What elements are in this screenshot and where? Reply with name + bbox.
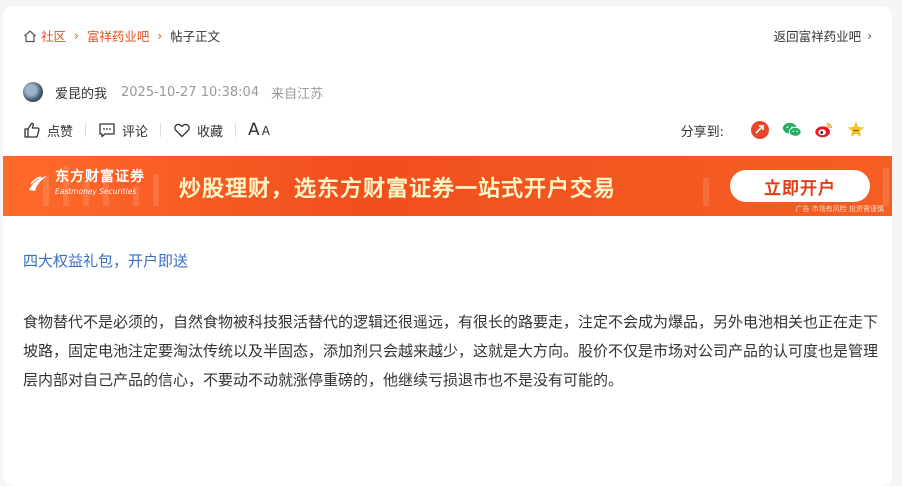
thumbs-up-icon <box>24 122 40 138</box>
weibo-icon[interactable] <box>814 120 834 140</box>
brand-name-en: Eastmoney Securities <box>55 187 137 196</box>
breadcrumb-current: 帖子正文 <box>170 29 221 44</box>
banner-slogan: 炒股理财，选东方财富证券一站式开户交易 <box>179 177 617 202</box>
open-account-button[interactable]: 立即开户 <box>730 170 870 202</box>
ad-disclaimer: 广告 市场有风险 投资需谨慎 <box>795 205 884 213</box>
avatar[interactable] <box>23 82 43 102</box>
home-icon[interactable] <box>23 29 37 43</box>
promo-link[interactable]: 四大权益礼包，开户即送 <box>23 250 188 271</box>
chevron-right-icon: › <box>867 28 872 43</box>
back-to-forum-link[interactable]: 返回富祥药业吧 › <box>774 26 872 45</box>
comment-label: 评论 <box>122 124 149 140</box>
favorite-label: 收藏 <box>197 124 224 140</box>
back-label: 返回富祥药业吧 <box>773 29 862 44</box>
comment-icon <box>99 123 115 138</box>
heart-icon <box>174 123 190 138</box>
share-app-icon[interactable] <box>750 120 770 140</box>
eastmoney-logo-icon <box>29 175 47 191</box>
chevron-right-icon: › <box>74 28 79 43</box>
ad-banner[interactable]: 东方财富证券 Eastmoney Securities 炒股理财，选东方财富证券… <box>3 156 892 216</box>
favorite-star-icon[interactable] <box>846 120 866 140</box>
comment-button[interactable]: 评论 <box>98 121 148 140</box>
post-location: 来自江苏 <box>271 86 324 102</box>
divider <box>235 123 237 137</box>
chevron-right-icon: › <box>157 28 163 43</box>
post-content: 食物替代不是必须的，自然食物被科技狠活替代的逻辑还很遥远，有很长的路要走，注定不… <box>23 313 879 389</box>
post-time: 2025-10-27 10:38:04 <box>121 84 260 100</box>
brand-logo: 东方财富证券 Eastmoney Securities <box>27 170 145 196</box>
post-card: 社区 › 富祥药业吧 › 帖子正文 返回富祥药业吧 › 爱昆的我 2025-10… <box>3 6 892 486</box>
font-size-toggle[interactable]: A A <box>248 120 270 140</box>
font-size-small: A <box>261 124 270 138</box>
divider <box>160 123 162 137</box>
like-button[interactable]: 点赞 <box>23 121 73 140</box>
breadcrumb: 社区 › 富祥药业吧 › 帖子正文 <box>23 26 220 45</box>
post-meta: 爱昆的我 2025-10-27 10:38:04 来自江苏 <box>23 82 323 102</box>
font-size-large: A <box>248 120 260 140</box>
author-name[interactable]: 爱昆的我 <box>55 83 107 102</box>
breadcrumb-community[interactable]: 社区 <box>41 26 66 45</box>
favorite-button[interactable]: 收藏 <box>173 121 223 140</box>
breadcrumb-forum[interactable]: 富祥药业吧 <box>87 26 150 45</box>
like-label: 点赞 <box>47 124 74 140</box>
brand-name-cn: 东方财富证券 <box>55 169 145 185</box>
share-label: 分享到: <box>680 124 724 140</box>
post-actions: 点赞 评论 收藏 A A <box>23 120 270 140</box>
wechat-icon[interactable] <box>782 120 802 140</box>
divider <box>85 123 87 137</box>
share-bar: 分享到: <box>681 120 866 140</box>
